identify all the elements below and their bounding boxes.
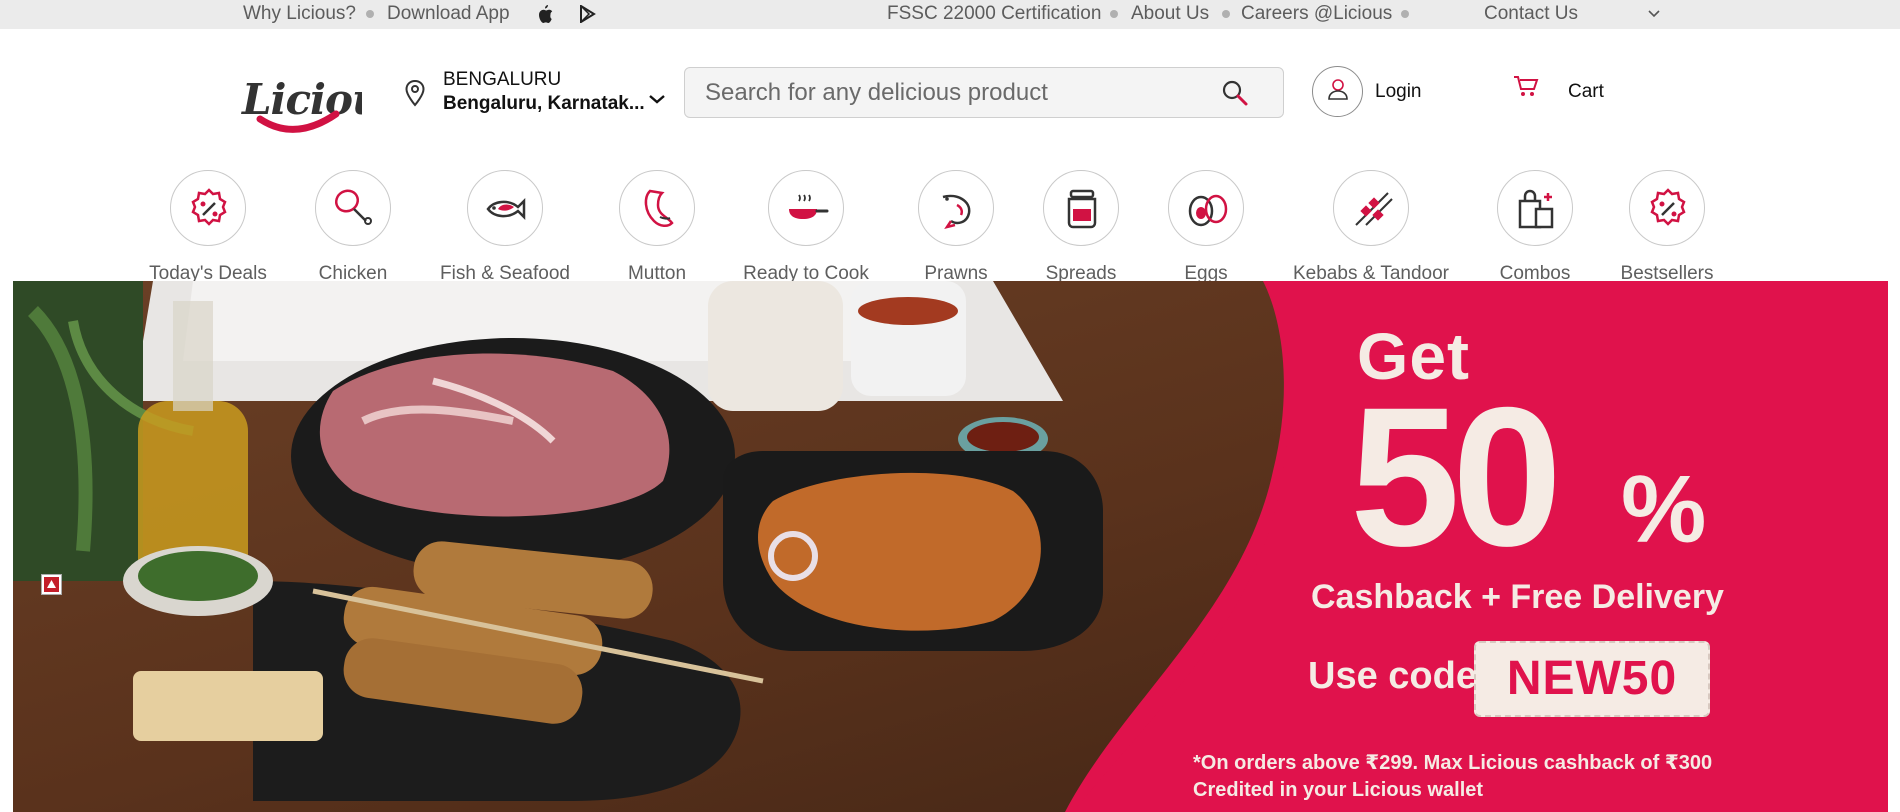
kebab-icon: [1355, 192, 1393, 226]
separator-dot: [366, 10, 374, 18]
search-input[interactable]: [705, 78, 1205, 108]
mutton-icon: [644, 189, 674, 227]
cart-icon[interactable]: [1512, 73, 1540, 99]
category-icon-ring: [1629, 170, 1705, 246]
chicken-icon: [334, 189, 372, 225]
category-icon-ring: [918, 170, 994, 246]
promo-percent-number: 50: [1350, 366, 1562, 587]
chevron-down-icon[interactable]: [1648, 10, 1660, 18]
promo-subtitle: Cashback + Free Delivery: [1311, 578, 1724, 616]
main-header: Licious BENGALURU Bengaluru, Karnatak...…: [0, 29, 1900, 284]
pan-icon: [789, 194, 829, 219]
download-app-link[interactable]: Download App: [387, 3, 510, 25]
promo-code-box[interactable]: NEW50: [1474, 641, 1710, 717]
bestseller-icon: [1650, 188, 1686, 226]
why-licious-link[interactable]: Why Licious?: [243, 3, 356, 25]
separator-dot: [1401, 10, 1409, 18]
category-icon-ring: [467, 170, 543, 246]
category-icon-ring: [1333, 170, 1409, 246]
separator-dot: [1222, 10, 1230, 18]
search-icon[interactable]: [1221, 79, 1249, 107]
jar-icon: [1067, 189, 1097, 229]
top-utility-bar: Why Licious? Download App FSSC 22000 Cer…: [0, 0, 1900, 29]
login-button[interactable]: Login: [1375, 81, 1422, 103]
apple-icon[interactable]: [537, 4, 553, 24]
promo-terms-line-2: Credited in your Licious wallet: [1193, 779, 1484, 801]
category-icon-ring: [619, 170, 695, 246]
food-photo: [13, 281, 1888, 812]
fssc-link[interactable]: FSSC 22000 Certification: [887, 3, 1101, 25]
login-avatar[interactable]: [1312, 66, 1363, 117]
category-icon-ring: [315, 170, 391, 246]
category-icon-ring: [170, 170, 246, 246]
promo-terms: *On orders above ₹299. Max Licious cashb…: [1193, 750, 1712, 804]
separator-dot: [1110, 10, 1118, 18]
cart-button[interactable]: Cart: [1568, 81, 1604, 103]
promo-use-code-label: Use code: [1308, 655, 1477, 697]
category-icon-ring: [768, 170, 844, 246]
location-area[interactable]: Bengaluru, Karnatak...: [443, 93, 645, 115]
location-city[interactable]: BENGALURU: [443, 69, 561, 91]
category-icon-ring: [1497, 170, 1573, 246]
ad-choices-icon[interactable]: [41, 574, 62, 595]
promo-terms-line-1: *On orders above ₹299. Max Licious cashb…: [1193, 752, 1713, 774]
category-icon-ring: [1043, 170, 1119, 246]
deals-icon: [191, 188, 227, 226]
prawn-icon: [942, 194, 971, 229]
chevron-down-icon[interactable]: [648, 93, 666, 105]
user-icon: [1328, 79, 1348, 100]
fish-icon: [486, 197, 526, 221]
search-box[interactable]: [684, 67, 1284, 118]
play-store-icon[interactable]: [580, 5, 596, 23]
combo-icon: [1518, 189, 1554, 229]
promo-banner[interactable]: [13, 281, 1888, 812]
contact-us-link[interactable]: Contact Us: [1484, 3, 1578, 25]
about-us-link[interactable]: About Us: [1131, 3, 1209, 25]
promo-percent-sign: %: [1621, 456, 1707, 563]
careers-link[interactable]: Careers @Licious: [1241, 3, 1392, 25]
category-icon-ring: [1168, 170, 1244, 246]
licious-logo[interactable]: Licious: [240, 64, 362, 148]
egg-icon: [1188, 194, 1228, 227]
location-pin-icon[interactable]: [404, 79, 426, 107]
